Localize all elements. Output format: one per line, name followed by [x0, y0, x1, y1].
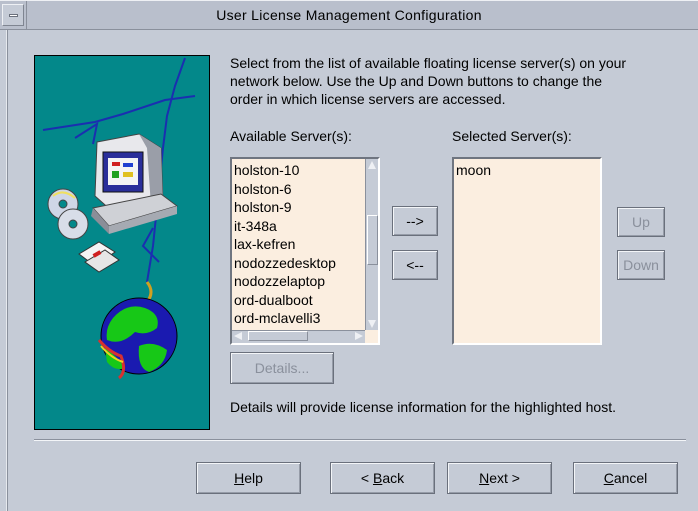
window-title: User License Management Configuration	[216, 7, 482, 23]
down-button[interactable]: Down	[617, 250, 665, 280]
add-server-button[interactable]: -->	[392, 206, 438, 236]
instructions-line-2: network below. Use the Up and Down butto…	[230, 73, 603, 89]
instructions-line-1: Select from the list of available floati…	[230, 55, 627, 71]
help-button[interactable]: Help	[196, 462, 301, 494]
help-mnemonic: H	[234, 470, 245, 486]
list-item[interactable]: ord-mclavelli3	[234, 309, 365, 328]
footer-separator	[34, 439, 686, 441]
list-item[interactable]: holston-9	[234, 198, 365, 217]
wizard-illustration	[34, 55, 210, 430]
horizontal-scroll-thumb[interactable]	[248, 331, 308, 341]
list-item[interactable]: nodozzelaptop	[234, 272, 365, 291]
list-item[interactable]: lax-kefren	[234, 235, 365, 254]
title-bar[interactable]: User License Management Configuration	[0, 0, 698, 30]
available-servers-items: holston-10 holston-6 holston-9 it-348a l…	[234, 161, 365, 328]
back-mnemonic: B	[372, 470, 383, 486]
selected-servers-items: moon	[456, 161, 600, 180]
available-servers-label: Available Server(s):	[230, 128, 352, 144]
up-button[interactable]: Up	[617, 207, 665, 237]
cancel-label: ancel	[613, 470, 648, 486]
computer-globe-network-illustration-icon	[42, 57, 196, 380]
back-prefix: <	[360, 470, 373, 486]
cancel-mnemonic: C	[603, 470, 614, 486]
help-label: elp	[244, 470, 263, 486]
next-label: ext >	[489, 470, 520, 486]
list-item[interactable]: nodozzedesktop	[234, 254, 365, 273]
scroll-up-arrow-icon[interactable]	[368, 161, 376, 169]
selected-servers-label: Selected Server(s):	[452, 128, 572, 144]
remove-server-button[interactable]: <--	[392, 250, 438, 280]
cancel-button[interactable]: Cancel	[573, 462, 678, 494]
available-servers-list[interactable]: holston-10 holston-6 holston-9 it-348a l…	[230, 157, 380, 345]
scroll-right-arrow-icon[interactable]	[355, 332, 363, 340]
details-button[interactable]: Details...	[230, 352, 334, 384]
list-item[interactable]: ord-dualboot	[234, 291, 365, 310]
scroll-down-arrow-icon[interactable]	[368, 320, 376, 328]
list-item[interactable]: moon	[456, 161, 600, 180]
selected-servers-list[interactable]: moon	[452, 157, 602, 345]
scroll-left-arrow-icon[interactable]	[234, 332, 242, 340]
back-button[interactable]: < Back	[330, 462, 435, 494]
details-note: Details will provide license information…	[230, 399, 616, 415]
list-item[interactable]: holston-6	[234, 180, 365, 199]
list-item[interactable]: holston-10	[234, 161, 365, 180]
available-list-horizontal-scrollbar[interactable]	[232, 330, 365, 343]
scroll-thumb[interactable]	[367, 214, 378, 265]
next-button[interactable]: Next >	[447, 462, 552, 494]
instructions-text: Select from the list of available floati…	[230, 54, 688, 108]
instructions-line-3: order in which license servers are acces…	[230, 91, 506, 107]
next-mnemonic: N	[479, 470, 490, 486]
window-frame-left	[6, 30, 8, 511]
list-item[interactable]: it-348a	[234, 217, 365, 236]
available-list-vertical-scrollbar[interactable]	[365, 159, 378, 330]
back-label: ack	[382, 470, 405, 486]
